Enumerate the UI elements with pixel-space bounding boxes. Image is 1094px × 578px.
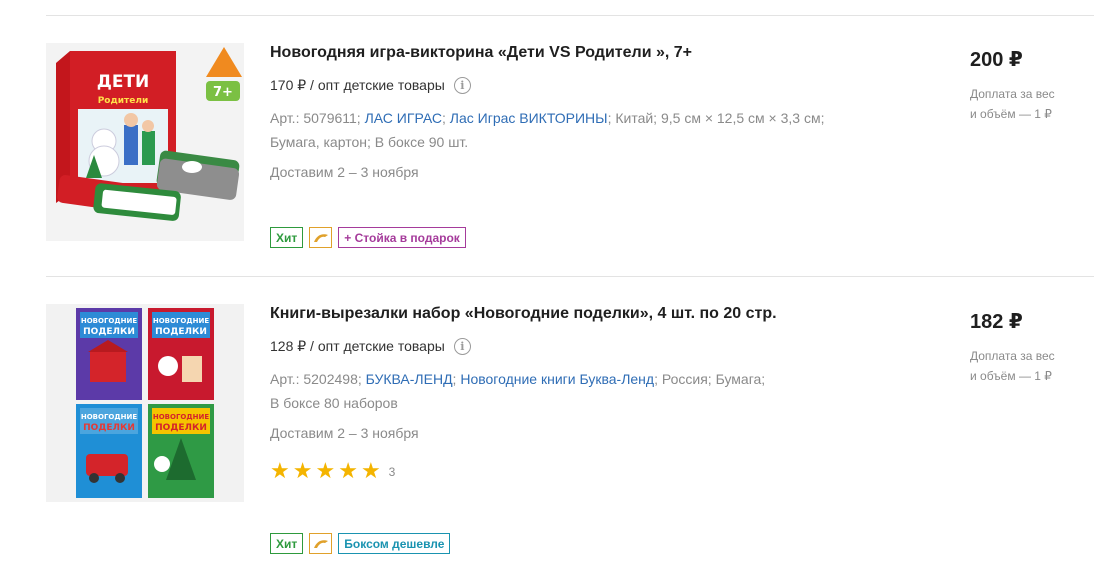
collection-link[interactable]: Лас Играс ВИКТОРИНЫ (450, 110, 608, 126)
svg-text:НОВОГОДНИЕ: НОВОГОДНИЕ (153, 317, 209, 325)
country: Китай; (615, 110, 658, 126)
svg-text:НОВОГОДНИЕ: НОВОГОДНИЕ (81, 413, 137, 421)
wholesale-price: 128 ₽ / опт детские товары i (270, 336, 910, 356)
svg-text:ПОДЕЛКИ: ПОДЕЛКИ (155, 327, 207, 337)
star-icon: ★ (270, 458, 290, 483)
product-info: Книги-вырезалки набор «Новогодние поделк… (270, 304, 910, 482)
product-title[interactable]: Книги-вырезалки набор «Новогодние поделк… (270, 304, 910, 324)
hit-badge: Хит (270, 227, 304, 248)
wholesale-price-label: 170 ₽ / опт детские товары (270, 76, 445, 93)
article-number: Арт.: 5079611; (270, 110, 361, 126)
product-title[interactable]: Новогодняя игра-викторина «Дети VS Родит… (270, 43, 910, 63)
price-column: 182 ₽ Доплата за вес и объём — 1 ₽ (970, 310, 1094, 386)
product-divider (46, 276, 1094, 277)
star-icon: ★ (315, 458, 336, 483)
top-divider (46, 15, 1094, 16)
surcharge-note: Доплата за вес и объём — 1 ₽ (970, 349, 1055, 383)
svg-text:НОВОГОДНИЕ: НОВОГОДНИЕ (81, 317, 137, 325)
game-box-illustration: ДЕТИ Родители 7+ (46, 43, 244, 241)
svg-text:НОВОГОДНИЕ: НОВОГОДНИЕ (153, 413, 209, 421)
product-price: 200 ₽ (970, 49, 1023, 71)
wholesale-price: 170 ₽ / опт детские товары i (270, 75, 910, 95)
product-specs: Арт.: 5079611; ЛАС ИГРАС; Лас Играс ВИКТ… (270, 110, 825, 150)
product-specs: Арт.: 5202498; БУКВА-ЛЕНД; Новогодние кн… (270, 371, 766, 411)
svg-text:Родители: Родители (98, 96, 149, 106)
rating-count: 3 (388, 465, 396, 479)
star-icon: ★ (292, 458, 313, 483)
price-column: 200 ₽ Доплата за вес и объём — 1 ₽ (970, 48, 1094, 124)
product-info: Новогодняя игра-викторина «Дети VS Родит… (270, 43, 910, 182)
material: Бумага; (715, 371, 766, 387)
delivery-date: Доставим 2 – 3 ноября (270, 164, 419, 180)
dolphin-badge-icon (309, 227, 333, 248)
collection-link[interactable]: Новогодние книги Буква-Ленд (460, 371, 654, 387)
info-icon[interactable]: i (453, 76, 471, 94)
svg-text:ПОДЕЛКИ: ПОДЕЛКИ (83, 423, 135, 433)
product-card: ДЕТИ Родители 7+ Новогодняя игра-виктори… (46, 43, 1094, 253)
svg-text:7+: 7+ (213, 85, 233, 100)
product-image[interactable]: ДЕТИ Родители 7+ (46, 43, 244, 241)
product-price: 182 ₽ (970, 311, 1023, 333)
info-icon[interactable]: i (453, 337, 471, 355)
brand-link[interactable]: ЛАС ИГРАС (365, 110, 442, 126)
hit-badge: Хит (270, 533, 304, 554)
article-number: Арт.: 5202498; (270, 371, 362, 387)
star-icon: ★ (360, 458, 381, 483)
box-quantity: В боксе 80 наборов (270, 395, 398, 411)
rating[interactable]: ★ ★ ★ ★ ★ 3 (270, 458, 910, 483)
product-card: НОВОГОДНИЕ ПОДЕЛКИ НОВОГОДНИЕ ПОДЕЛКИ НО… (46, 304, 1094, 564)
material: Бумага, картон; (270, 134, 371, 150)
books-illustration: НОВОГОДНИЕ ПОДЕЛКИ НОВОГОДНИЕ ПОДЕЛКИ НО… (46, 304, 244, 502)
svg-text:ПОДЕЛКИ: ПОДЕЛКИ (155, 423, 207, 433)
rating-stars: ★ ★ ★ ★ ★ (270, 458, 384, 483)
product-badges: Хит Боксом дешевле (270, 533, 451, 554)
surcharge-note: Доплата за вес и объём — 1 ₽ (970, 87, 1055, 121)
product-badges: Хит + Стойка в подарок (270, 227, 466, 248)
delivery-date: Доставим 2 – 3 ноября (270, 425, 419, 441)
svg-text:ДЕТИ: ДЕТИ (97, 72, 150, 92)
brand-link[interactable]: БУКВА-ЛЕНД (366, 371, 453, 387)
gift-badge: + Стойка в подарок (338, 227, 466, 248)
svg-text:ПОДЕЛКИ: ПОДЕЛКИ (83, 327, 135, 337)
box-discount-badge: Боксом дешевле (338, 533, 451, 554)
box-quantity: В боксе 90 шт. (374, 134, 469, 150)
star-icon: ★ (338, 458, 358, 483)
product-image[interactable]: НОВОГОДНИЕ ПОДЕЛКИ НОВОГОДНИЕ ПОДЕЛКИ НО… (46, 304, 244, 502)
wholesale-price-label: 128 ₽ / опт детские товары (270, 337, 445, 354)
dimensions: 9,5 см × 12,5 см × 3,3 см; (660, 110, 825, 126)
dolphin-badge-icon (309, 533, 333, 554)
country: Россия; (661, 371, 712, 387)
